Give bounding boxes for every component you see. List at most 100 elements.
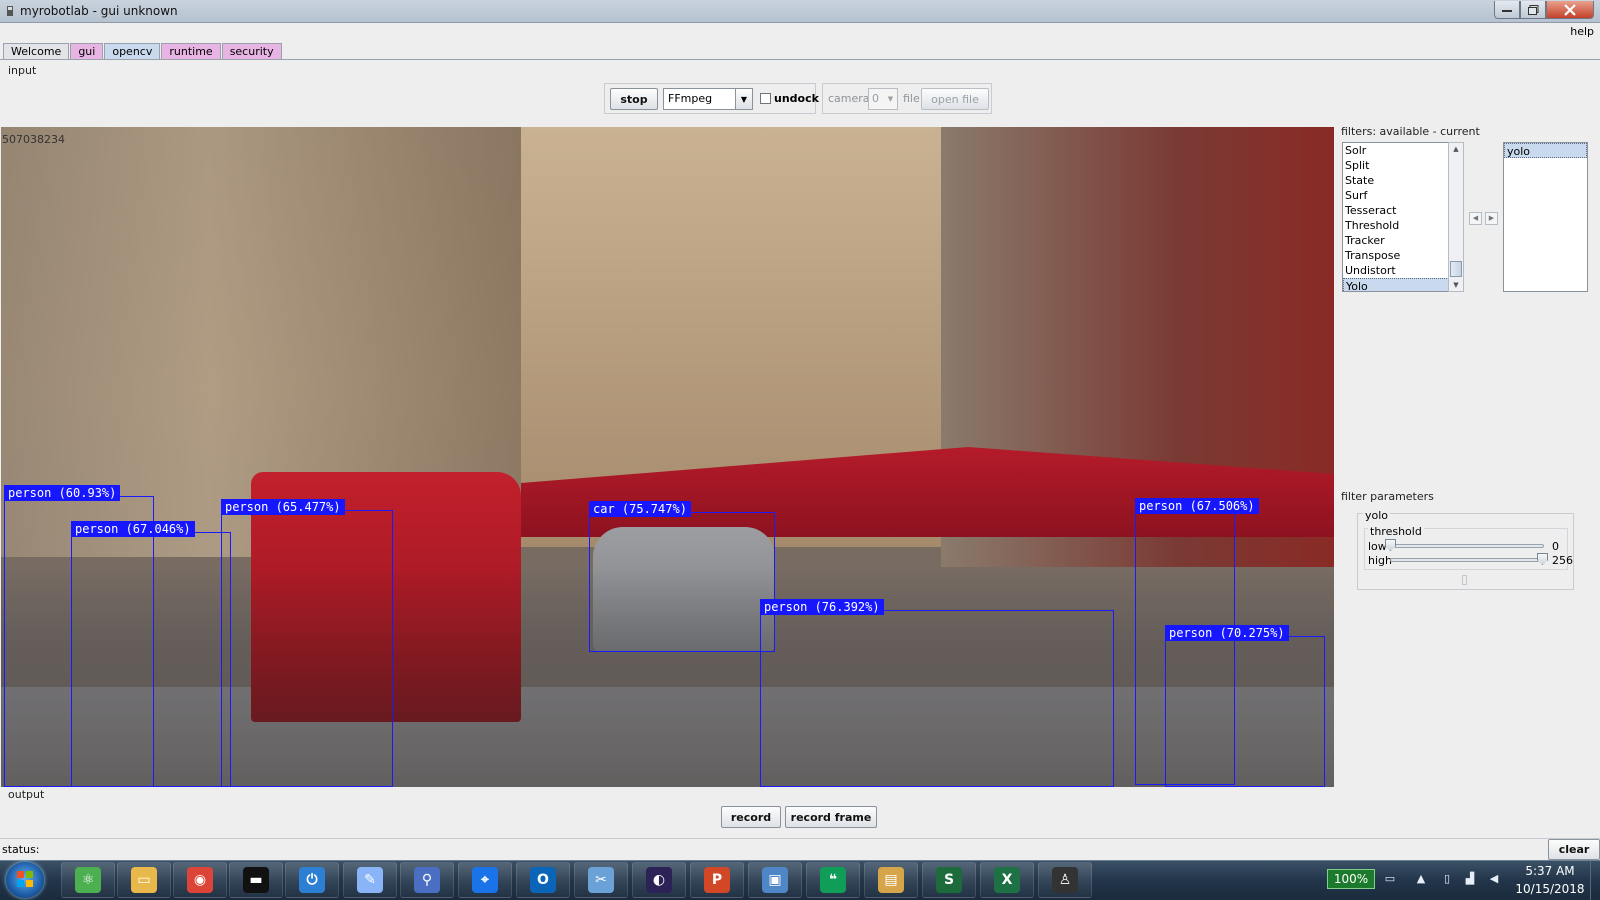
tab-security[interactable]: security [221,43,282,59]
taskbar-button[interactable]: ⌖ [458,862,512,898]
available-filters-list[interactable]: Solr Split State Surf Tesseract Threshol… [1342,142,1464,292]
tab-gui[interactable]: gui [70,43,104,59]
available-filters-scrollbar[interactable]: ▲ ▼ [1448,142,1464,292]
detection-box [221,510,393,787]
taskbar-button[interactable]: ⚲ [400,862,454,898]
taskbar-button[interactable]: ▣ [748,862,802,898]
output-group-label: output [8,788,45,801]
battery-indicator[interactable]: 100% [1327,869,1375,889]
filter-name-label: yolo [1363,509,1391,522]
taskbar-button[interactable]: X [980,862,1034,898]
chevron-left-icon: ◀ [1472,214,1479,222]
usb-device-icon[interactable]: ▯ [1440,872,1454,886]
list-item-selected[interactable]: yolo [1504,143,1587,158]
camera-index-value: 0 [872,92,879,105]
taskbar-button[interactable]: ⏻ [285,862,339,898]
taskbar-button[interactable]: ♙ [1038,862,1092,898]
taskbar-button[interactable]: ✂ [574,862,628,898]
high-label: high [1368,554,1392,567]
taskbar-button[interactable]: P [690,862,744,898]
taskbar-button[interactable]: O [516,862,570,898]
list-item-selected[interactable]: Yolo [1343,278,1463,291]
taskbar-button[interactable]: ▬ [229,862,283,898]
frame-counter: 507038234 [2,133,65,146]
grabber-select-value: FFmpeg [668,92,713,105]
paint-icon: ✎ [357,867,383,893]
scroll-up-icon[interactable]: ▲ [1449,143,1463,155]
camera-index-select[interactable]: 0 ▼ [868,88,898,110]
input-group-label: input [8,64,37,77]
detection-box [1165,636,1325,787]
tab-runtime[interactable]: runtime [161,43,221,59]
start-button[interactable] [6,862,44,898]
scrollbar-thumb[interactable] [1450,261,1462,277]
network-signal-icon[interactable]: ▟ [1463,872,1477,886]
show-hidden-icons-icon[interactable]: ▲ [1414,872,1428,886]
record-button[interactable]: record [721,806,781,828]
maximize-button[interactable] [1520,1,1546,19]
resize-handle[interactable] [1462,575,1467,585]
power-plug-icon[interactable]: ▭ [1383,872,1397,886]
record-frame-button[interactable]: record frame [785,806,877,828]
tab-opencv[interactable]: opencv [104,43,161,59]
chevron-down-icon[interactable]: ▼ [735,89,752,109]
window-title: myrobotlab - gui unknown [20,4,178,18]
chevron-down-icon: ▼ [887,95,894,103]
remove-filter-button[interactable]: ◀ [1469,212,1482,225]
clock-time[interactable]: 5:37 AM [1520,864,1580,878]
taskbar-button[interactable]: ⚛ [61,862,115,898]
taskbar-button[interactable]: ◉ [173,862,227,898]
list-item[interactable]: Tesseract [1343,203,1463,218]
detection-label: person (65.477%) [221,499,345,515]
list-item[interactable]: Undistort [1343,263,1463,278]
detection-box [71,532,231,787]
low-threshold-slider[interactable] [1390,544,1544,548]
video-display[interactable]: 507038234 person (60.93%) person (67.046… [1,127,1334,787]
title-bar: myrobotlab - gui unknown [0,0,1600,23]
stop-button[interactable]: stop [610,88,658,110]
list-item[interactable]: Surf [1343,188,1463,203]
minimize-button[interactable] [1494,1,1520,19]
taskbar-button[interactable]: ❝ [806,862,860,898]
binoculars-icon: ⚲ [414,867,440,893]
list-item[interactable]: Split [1343,158,1463,173]
taskbar-button[interactable]: ▭ [117,862,171,898]
high-value: 256 [1552,554,1573,567]
current-filters-list[interactable]: yolo [1503,142,1588,292]
clear-button[interactable]: clear [1548,839,1600,860]
high-threshold-slider[interactable] [1390,558,1544,562]
undock-checkbox[interactable] [760,93,771,104]
list-item[interactable]: Solr [1343,143,1463,158]
show-desktop-button[interactable] [1590,861,1600,900]
filter-parameters-label: filter parameters [1341,490,1434,503]
taskbar-button[interactable]: ◐ [632,862,686,898]
open-file-button[interactable]: open file [921,88,989,110]
close-button[interactable] [1546,1,1594,19]
hangouts-icon: ❝ [820,867,846,893]
list-item[interactable]: Tracker [1343,233,1463,248]
maximize-icon [1527,4,1538,15]
detection-box [589,512,775,652]
tab-welcome[interactable]: Welcome [3,43,70,59]
taskbar-button[interactable]: ▤ [864,862,918,898]
taskbar-button[interactable]: ✎ [343,862,397,898]
list-item[interactable]: State [1343,173,1463,188]
filters-label: filters: available - current [1341,125,1480,138]
help-link[interactable]: help [1570,25,1594,38]
snipping-icon: ✂ [588,867,614,893]
grabber-select[interactable]: FFmpeg ▼ [663,88,753,110]
threshold-label: threshold [1368,525,1424,538]
list-item[interactable]: Threshold [1343,218,1463,233]
add-filter-button[interactable]: ▶ [1485,212,1498,225]
list-item[interactable]: Transpose [1343,248,1463,263]
terminal-icon: ▬ [243,867,269,893]
volume-icon[interactable]: ◀ [1487,872,1501,886]
scroll-down-icon[interactable]: ▼ [1449,279,1463,291]
photo-viewer-icon: ▣ [762,867,788,893]
clock-date[interactable]: 10/15/2018 [1512,882,1588,896]
detection-box [760,610,1114,787]
low-label: low [1368,540,1387,553]
power-icon: ⏻ [299,867,325,893]
taskbar-button[interactable]: S [922,862,976,898]
status-label: status: [2,843,40,856]
